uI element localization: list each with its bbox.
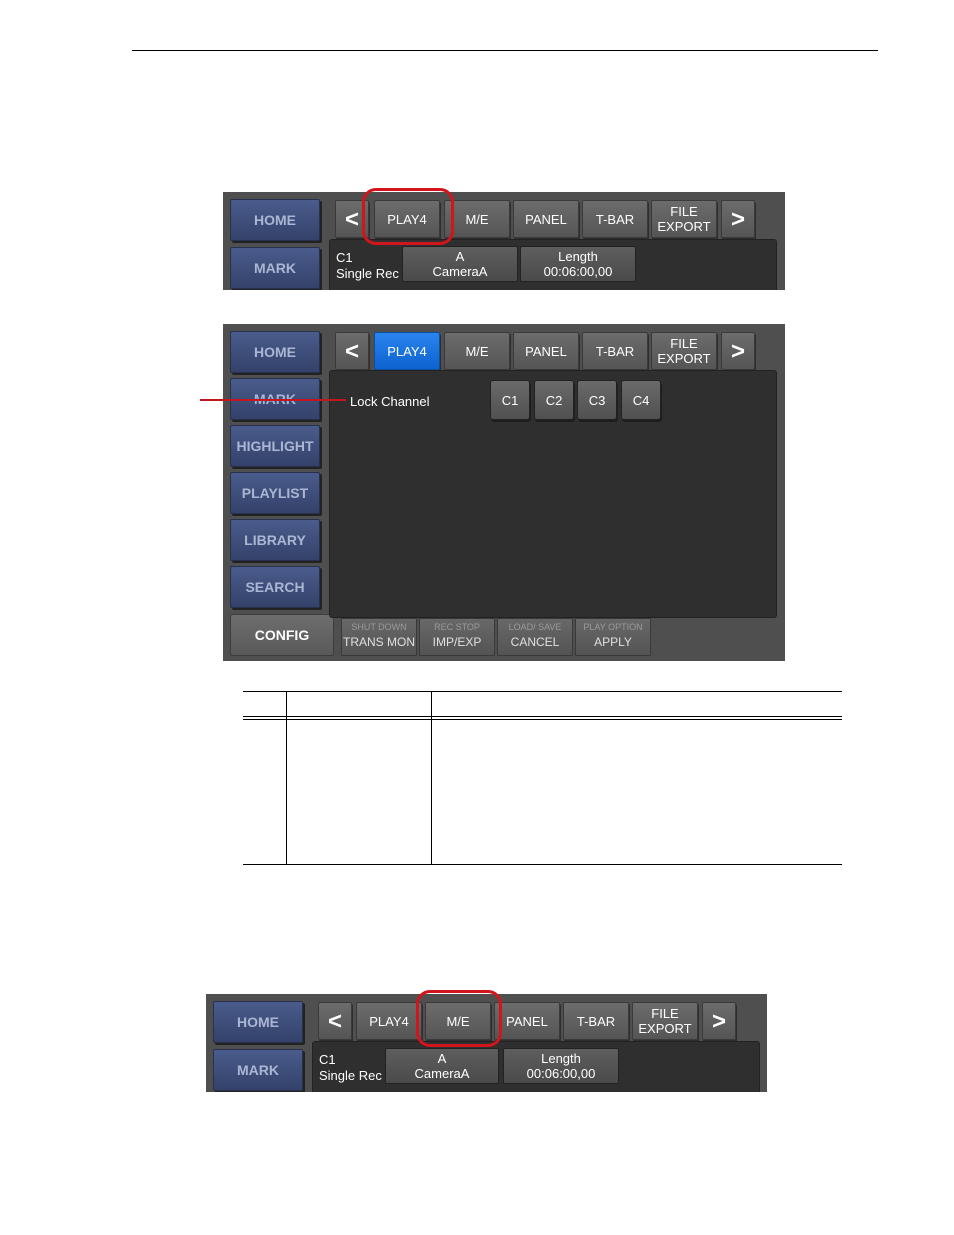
tab-panel[interactable]: PANEL <box>513 200 579 238</box>
tab-file-export[interactable]: FILE EXPORT <box>651 332 717 370</box>
highlight-circle-me <box>416 990 502 1047</box>
home-button[interactable]: HOME <box>213 1001 303 1043</box>
camera-field[interactable]: A CameraA <box>402 246 518 282</box>
table-col-divider-2 <box>431 691 432 865</box>
apply-button[interactable]: PLAY OPTION APPLY <box>575 618 651 656</box>
home-button[interactable]: HOME <box>230 199 320 241</box>
rec-stop-label: REC STOP <box>434 622 480 632</box>
next-tab-button[interactable]: > <box>721 200 755 238</box>
imp-exp-label: IMP/EXP <box>432 635 482 649</box>
trans-mon-label: TRANS MON <box>343 635 415 649</box>
shut-down-label: SHUT DOWN <box>351 622 407 632</box>
mode-label: Single Rec <box>319 1068 382 1083</box>
mode-label: Single Rec <box>336 266 399 281</box>
imp-exp-button[interactable]: REC STOP IMP/EXP <box>419 618 495 656</box>
tab-file-export[interactable]: FILE EXPORT <box>651 200 717 238</box>
camera-name: CameraA <box>432 264 488 279</box>
screenshot-config-lock-channel: HOME MARK HIGHLIGHT PLAYLIST LIBRARY SEA… <box>223 324 785 661</box>
table-top-rule <box>243 691 842 692</box>
channel-label: C1 <box>319 1052 336 1067</box>
info-panel: C1 Single Rec A CameraA Length 00:06:00,… <box>312 1041 760 1092</box>
length-field[interactable]: Length 00:06:00,00 <box>503 1048 619 1084</box>
screenshot-play4-tab: HOME MARK < PLAY4 M/E PANEL T-BAR FILE E… <box>223 192 785 290</box>
lock-channel-c2-button[interactable]: C2 <box>534 380 574 420</box>
camera-name: CameraA <box>414 1066 470 1081</box>
next-tab-button[interactable]: > <box>721 332 755 370</box>
tab-me[interactable]: M/E <box>444 332 510 370</box>
apply-label: APPLY <box>594 635 632 649</box>
length-field[interactable]: Length 00:06:00,00 <box>520 246 636 282</box>
mark-button[interactable]: MARK <box>230 247 320 289</box>
header-rule <box>132 50 878 51</box>
lock-channel-callout-line <box>200 399 346 401</box>
next-tab-button[interactable]: > <box>702 1002 736 1040</box>
lock-channel-c4-button[interactable]: C4 <box>621 380 661 420</box>
length-label: Length <box>541 1051 581 1066</box>
channel-label: C1 <box>336 250 353 265</box>
info-panel: C1 Single Rec A CameraA Length 00:06:00,… <box>329 239 777 290</box>
config-panel: Lock Channel C1 C2 C3 C4 <box>329 370 777 618</box>
length-value: 00:06:00,00 <box>543 264 613 279</box>
mark-button[interactable]: MARK <box>213 1049 303 1091</box>
lock-channel-c3-button[interactable]: C3 <box>577 380 617 420</box>
length-value: 00:06:00,00 <box>526 1066 596 1081</box>
tab-panel[interactable]: PANEL <box>513 332 579 370</box>
home-button[interactable]: HOME <box>230 331 320 373</box>
cancel-label: CANCEL <box>510 635 560 649</box>
config-button[interactable]: CONFIG <box>230 614 334 656</box>
table-col-divider-1 <box>286 691 287 865</box>
highlight-circle-play4 <box>362 188 454 245</box>
lock-channel-c1-button[interactable]: C1 <box>490 380 530 420</box>
highlight-button[interactable]: HIGHLIGHT <box>230 425 320 467</box>
search-button[interactable]: SEARCH <box>230 566 320 608</box>
prev-tab-button[interactable]: < <box>335 332 369 370</box>
tab-tbar[interactable]: T-BAR <box>582 332 648 370</box>
camera-field[interactable]: A CameraA <box>385 1048 499 1084</box>
tab-tbar[interactable]: T-BAR <box>582 200 648 238</box>
tab-panel[interactable]: PANEL <box>494 1002 560 1040</box>
table-header-rule-2 <box>243 719 842 720</box>
length-label: Length <box>558 249 598 264</box>
camera-letter: A <box>437 1051 447 1066</box>
play-option-label: PLAY OPTION <box>583 622 643 632</box>
camera-letter: A <box>455 249 465 264</box>
library-button[interactable]: LIBRARY <box>230 519 320 561</box>
prev-tab-button[interactable]: < <box>318 1002 352 1040</box>
trans-mon-button[interactable]: SHUT DOWN TRANS MON <box>341 618 417 656</box>
tab-play4[interactable]: PLAY4 <box>356 1002 422 1040</box>
table-bottom-rule <box>243 864 842 865</box>
playlist-button[interactable]: PLAYLIST <box>230 472 320 514</box>
tab-play4[interactable]: PLAY4 <box>374 332 440 370</box>
cancel-button[interactable]: LOAD/ SAVE CANCEL <box>497 618 573 656</box>
load-save-label: LOAD/ SAVE <box>508 622 562 632</box>
tab-tbar[interactable]: T-BAR <box>563 1002 629 1040</box>
tab-file-export[interactable]: FILE EXPORT <box>632 1002 698 1040</box>
lock-channel-label: Lock Channel <box>350 394 430 409</box>
table-header-rule <box>243 716 842 717</box>
